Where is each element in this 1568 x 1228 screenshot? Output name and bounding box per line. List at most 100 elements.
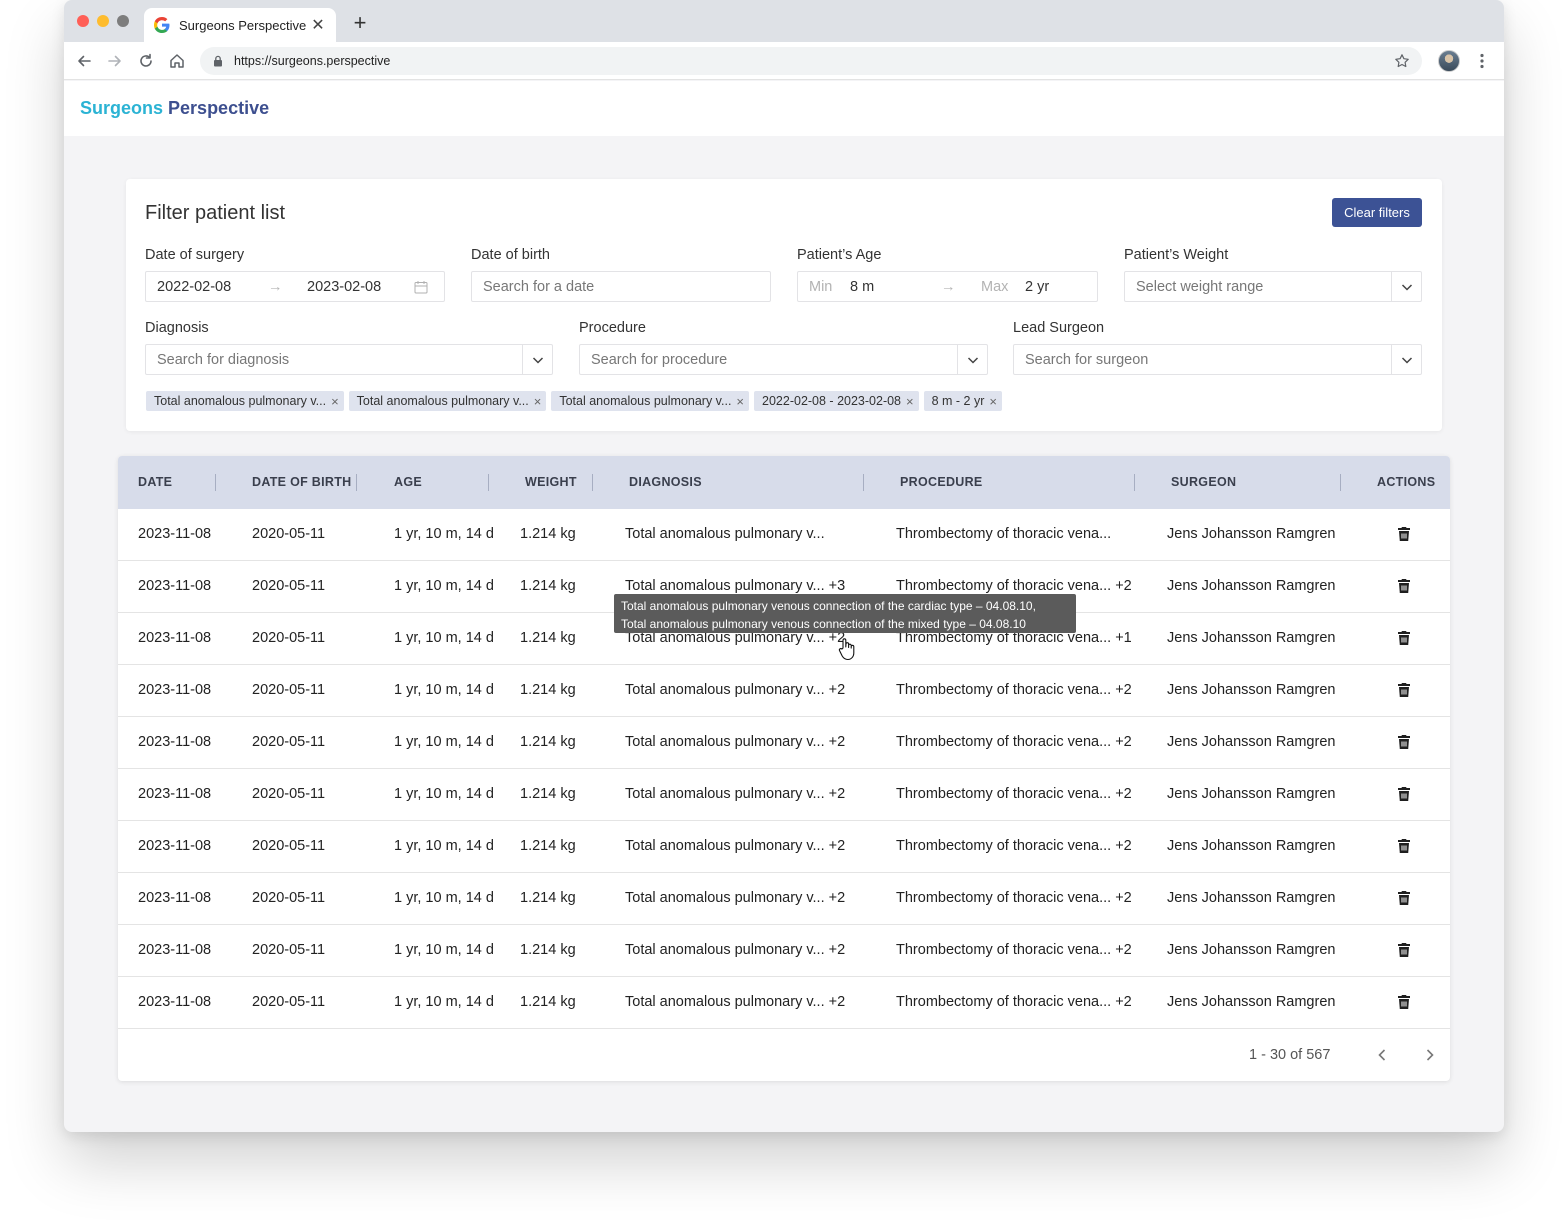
chip-remove-icon[interactable]: × xyxy=(906,394,914,409)
chip-remove-icon[interactable]: × xyxy=(989,394,997,409)
surgeon-select[interactable]: Search for surgeon xyxy=(1013,344,1422,375)
age-range-field[interactable]: Min 8 m → Max 2 yr xyxy=(797,271,1098,302)
column-header-age[interactable]: AGE xyxy=(394,475,422,489)
lock-icon xyxy=(214,55,222,67)
table-row[interactable]: 2023-11-08 2020-05-11 1 yr, 10 m, 14 d 1.21… xyxy=(118,509,1450,561)
more-menu-icon[interactable] xyxy=(1474,52,1490,70)
forward-arrow-icon[interactable] xyxy=(105,51,125,71)
home-icon[interactable] xyxy=(167,51,187,71)
brand-name-part1: Surgeons xyxy=(80,98,164,118)
clear-filters-button[interactable]: Clear filters xyxy=(1332,198,1422,227)
table-row[interactable]: 2023-11-08 2020-05-11 1 yr, 10 m, 14 d 1.21… xyxy=(118,717,1450,769)
procedure-label: Procedure xyxy=(579,320,646,336)
cell-date: 2023-11-08 xyxy=(138,526,212,542)
cell-diagnosis: Total anomalous pulmonary v... +2 xyxy=(625,786,846,802)
previous-page-icon[interactable] xyxy=(1374,1046,1390,1064)
new-tab-button[interactable]: + xyxy=(348,12,372,36)
table-row[interactable]: 2023-11-08 2020-05-11 1 yr, 10 m, 14 d 1.21… xyxy=(118,873,1450,925)
cell-age: 1 yr, 10 m, 14 d xyxy=(394,578,494,594)
cell-age: 1 yr, 10 m, 14 d xyxy=(394,526,494,542)
delete-trash-icon[interactable] xyxy=(1397,890,1411,906)
app-logo[interactable]: Surgeons Perspective xyxy=(80,98,269,119)
procedure-placeholder: Search for procedure xyxy=(591,352,728,368)
filter-title: Filter patient list xyxy=(145,202,286,224)
surgery-date-from[interactable]: 2022-02-08 xyxy=(157,279,231,295)
delete-trash-icon[interactable] xyxy=(1397,994,1411,1010)
column-header-dob[interactable]: DATE OF BIRTH xyxy=(252,475,352,489)
surgery-date-range-field[interactable]: 2022-02-08 → 2023-02-08 xyxy=(145,271,445,302)
cell-age: 1 yr, 10 m, 14 d xyxy=(394,838,494,854)
table-row[interactable]: 2023-11-08 2020-05-11 1 yr, 10 m, 14 d 1.21… xyxy=(118,665,1450,717)
minimize-window-button[interactable] xyxy=(97,15,109,27)
chip-remove-icon[interactable]: × xyxy=(331,394,339,409)
calendar-icon[interactable] xyxy=(414,280,428,294)
column-header-weight[interactable]: WEIGHT xyxy=(525,475,577,489)
column-header-date[interactable]: DATE xyxy=(138,475,172,489)
table-row[interactable]: 2023-11-08 2020-05-11 1 yr, 10 m, 14 d 1.21… xyxy=(118,925,1450,977)
diagnosis-tooltip: Total anomalous pulmonary venous connect… xyxy=(614,594,1076,633)
column-divider xyxy=(592,474,593,491)
reload-icon[interactable] xyxy=(136,51,156,71)
cell-procedure: Thrombectomy of thoracic vena... +2 xyxy=(896,942,1132,958)
cell-surgeon: Jens Johansson Ramgren xyxy=(1167,942,1336,958)
cell-age: 1 yr, 10 m, 14 d xyxy=(394,890,494,906)
cell-diagnosis: Total anomalous pulmonary v... +2 xyxy=(625,994,846,1010)
surgery-date-label: Date of surgery xyxy=(145,247,245,263)
age-max-value[interactable]: 2 yr xyxy=(1025,279,1049,295)
table-row[interactable]: 2023-11-08 2020-05-11 1 yr, 10 m, 14 d 1.21… xyxy=(118,977,1450,1029)
delete-trash-icon[interactable] xyxy=(1397,630,1411,646)
table-row[interactable]: 2023-11-08 2020-05-11 1 yr, 10 m, 14 d 1.21… xyxy=(118,821,1450,873)
delete-trash-icon[interactable] xyxy=(1397,838,1411,854)
delete-trash-icon[interactable] xyxy=(1397,786,1411,802)
cell-weight: 1.214 kg xyxy=(520,994,576,1010)
column-header-diagnosis[interactable]: DIAGNOSIS xyxy=(629,475,702,489)
address-bar[interactable]: https://surgeons.perspective xyxy=(200,47,1422,75)
tooltip-line: Total anomalous pulmonary venous connect… xyxy=(621,617,1026,631)
cell-dob: 2020-05-11 xyxy=(252,786,326,802)
cell-dob: 2020-05-11 xyxy=(252,630,326,646)
brand-name-part2: Perspective xyxy=(168,98,270,118)
diagnosis-placeholder: Search for diagnosis xyxy=(157,352,290,368)
age-min-value[interactable]: 8 m xyxy=(850,279,874,295)
weight-select[interactable]: Select weight range xyxy=(1124,271,1422,302)
cell-surgeon: Jens Johansson Ramgren xyxy=(1167,734,1336,750)
profile-avatar[interactable] xyxy=(1438,50,1460,72)
column-header-surgeon[interactable]: SURGEON xyxy=(1171,475,1236,489)
cell-weight: 1.214 kg xyxy=(520,942,576,958)
bookmark-star-icon[interactable] xyxy=(1394,53,1410,69)
chip-remove-icon[interactable]: × xyxy=(534,394,542,409)
delete-trash-icon[interactable] xyxy=(1397,734,1411,750)
delete-trash-icon[interactable] xyxy=(1397,578,1411,594)
delete-trash-icon[interactable] xyxy=(1397,682,1411,698)
close-window-button[interactable] xyxy=(77,15,89,27)
maximize-window-button[interactable] xyxy=(117,15,129,27)
tab-close-icon[interactable]: ✕ xyxy=(310,15,326,35)
url-text: https://surgeons.perspective xyxy=(234,54,391,68)
column-header-procedure[interactable]: PROCEDURE xyxy=(900,475,983,489)
chevron-down-icon[interactable] xyxy=(1391,345,1421,374)
next-page-icon[interactable] xyxy=(1422,1046,1438,1064)
chevron-down-icon[interactable] xyxy=(957,345,987,374)
delete-trash-icon[interactable] xyxy=(1397,942,1411,958)
filter-chip: Total anomalous pulmonary v... × xyxy=(551,391,750,411)
diagnosis-select[interactable]: Search for diagnosis xyxy=(145,344,553,375)
age-max-label: Max xyxy=(981,279,1009,295)
cell-dob: 2020-05-11 xyxy=(252,890,326,906)
back-arrow-icon[interactable] xyxy=(74,51,94,71)
cell-weight: 1.214 kg xyxy=(520,682,576,698)
chevron-down-icon[interactable] xyxy=(522,345,552,374)
birth-date-field[interactable]: Search for a date xyxy=(471,271,771,302)
chip-remove-icon[interactable]: × xyxy=(736,394,744,409)
column-divider xyxy=(356,474,357,491)
surgery-date-to[interactable]: 2023-02-08 xyxy=(307,279,381,295)
chevron-down-icon[interactable] xyxy=(1391,272,1421,301)
weight-label: Patient’s Weight xyxy=(1124,247,1229,263)
delete-trash-icon[interactable] xyxy=(1397,526,1411,542)
cell-surgeon: Jens Johansson Ramgren xyxy=(1167,526,1336,542)
pagination-info: 1 - 30 of 567 xyxy=(1249,1047,1331,1063)
table-row[interactable]: 2023-11-08 2020-05-11 1 yr, 10 m, 14 d 1.21… xyxy=(118,769,1450,821)
cell-age: 1 yr, 10 m, 14 d xyxy=(394,786,494,802)
cell-surgeon: Jens Johansson Ramgren xyxy=(1167,630,1336,646)
procedure-select[interactable]: Search for procedure xyxy=(579,344,988,375)
browser-tab[interactable]: Surgeons Perspective ✕ xyxy=(144,8,336,42)
